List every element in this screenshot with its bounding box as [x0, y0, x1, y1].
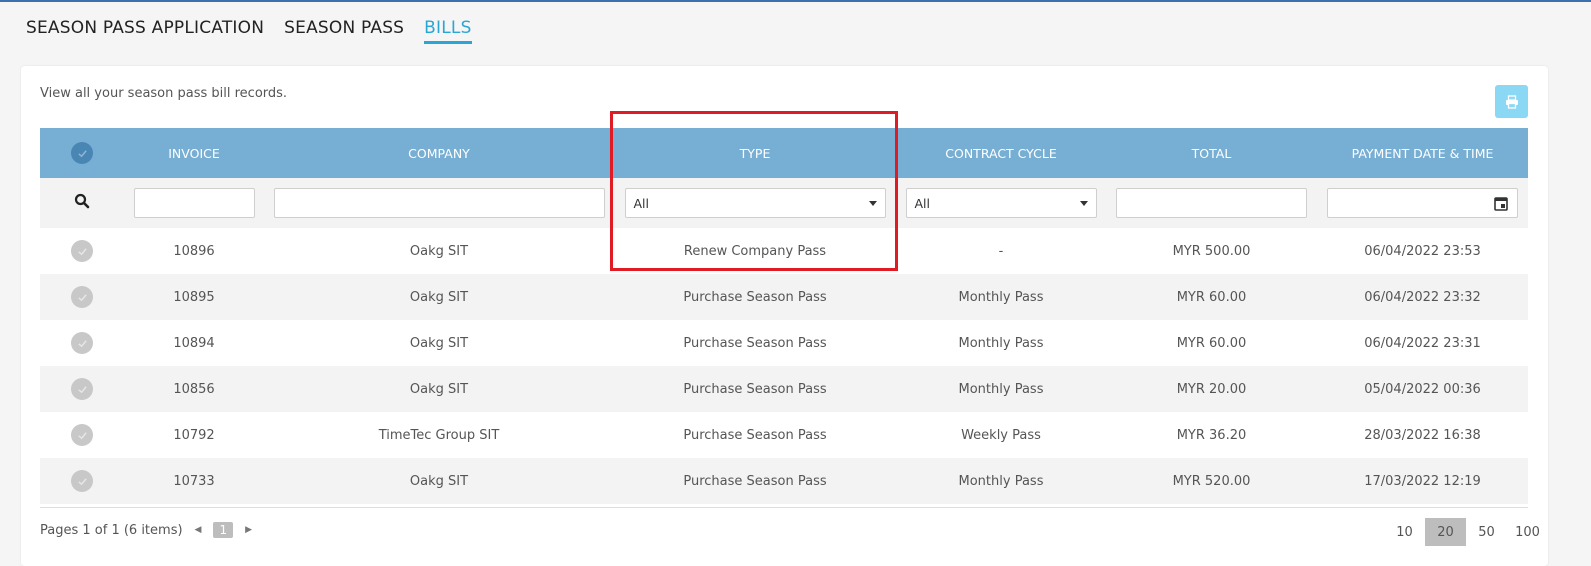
- page-description: View all your season pass bill records.: [40, 86, 288, 101]
- payment-date-cell: 17/03/2022 12:19: [1364, 473, 1481, 489]
- payment-date-filter-input[interactable]: [1327, 188, 1518, 218]
- print-button[interactable]: [1495, 85, 1528, 118]
- table-row[interactable]: 10856 Oakg SIT Purchase Season Pass Monthly…: [40, 366, 1528, 412]
- col-invoice[interactable]: INVOICE: [124, 146, 264, 161]
- invoice-filter-input[interactable]: [133, 188, 255, 218]
- pager-info: Pages 1 of 1 (6 items): [40, 522, 183, 538]
- contract-cycle-filter-select[interactable]: All: [905, 188, 1097, 218]
- contract-cycle-cell: Monthly Pass: [958, 473, 1044, 489]
- payment-date-cell: 06/04/2022 23:53: [1364, 243, 1481, 259]
- total-cell: MYR 60.00: [1176, 335, 1247, 351]
- col-payment-date[interactable]: PAYMENT DATE & TIME: [1317, 146, 1528, 161]
- table-row[interactable]: 10792 TimeTec Group SIT Purchase Season Pa…: [40, 412, 1528, 458]
- contract-cycle-cell: Monthly Pass: [958, 289, 1044, 305]
- type-cell: Purchase Season Pass: [683, 427, 827, 443]
- invoice-cell: 10895: [173, 289, 215, 305]
- check-icon[interactable]: [71, 332, 93, 354]
- page-size-20[interactable]: 20: [1425, 518, 1466, 546]
- caret-down-icon: [1079, 200, 1088, 206]
- payment-date-cell: 05/04/2022 00:36: [1364, 381, 1481, 397]
- total-cell: MYR 36.20: [1176, 427, 1247, 443]
- check-icon[interactable]: [71, 240, 93, 262]
- top-border: [0, 0, 1591, 2]
- page-size-50[interactable]: 50: [1466, 518, 1507, 546]
- total-cell: MYR 60.00: [1176, 289, 1247, 305]
- check-icon[interactable]: [71, 142, 93, 164]
- invoice-cell: 10733: [173, 473, 215, 489]
- pager: Pages 1 of 1 (6 items) ◀ 1 ▶: [40, 522, 252, 538]
- table-row[interactable]: 10895 Oakg SIT Purchase Season Pass Monthly…: [40, 274, 1528, 320]
- contract-cycle-cell: Monthly Pass: [958, 381, 1044, 397]
- check-icon[interactable]: [71, 378, 93, 400]
- total-cell: MYR 520.00: [1172, 473, 1251, 489]
- total-cell: MYR 20.00: [1176, 381, 1247, 397]
- invoice-cell: 10894: [173, 335, 215, 351]
- table-row[interactable]: 10733 Oakg SIT Purchase Season Pass Monthly…: [40, 458, 1528, 504]
- company-cell: Oakg SIT: [409, 243, 469, 259]
- payment-date-cell: 06/04/2022 23:31: [1364, 335, 1481, 351]
- page-size-selector: 10 20 50 100: [1384, 518, 1548, 546]
- row-select-cell[interactable]: [40, 332, 124, 354]
- row-select-cell[interactable]: [40, 286, 124, 308]
- type-cell: Purchase Season Pass: [683, 289, 827, 305]
- type-cell: Purchase Season Pass: [683, 335, 827, 351]
- tab-bar: SEASON PASS APPLICATION SEASON PASS BILL…: [26, 18, 472, 44]
- invoice-cell: 10896: [173, 243, 215, 259]
- payment-date-cell: 06/04/2022 23:32: [1364, 289, 1481, 305]
- table-bottom-divider: [40, 507, 1528, 508]
- company-cell: TimeTec Group SIT: [378, 427, 500, 443]
- company-filter-input[interactable]: [273, 188, 605, 218]
- tab-season-pass-application[interactable]: SEASON PASS APPLICATION: [26, 18, 264, 44]
- tab-season-pass[interactable]: SEASON PASS: [284, 18, 404, 44]
- tab-bills[interactable]: BILLS: [424, 18, 472, 44]
- row-select-cell[interactable]: [40, 378, 124, 400]
- print-icon: [1505, 94, 1518, 109]
- col-total[interactable]: TOTAL: [1106, 146, 1317, 161]
- invoice-cell: 10792: [173, 427, 215, 443]
- type-cell: Purchase Season Pass: [683, 381, 827, 397]
- total-cell: MYR 500.00: [1172, 243, 1251, 259]
- company-cell: Oakg SIT: [409, 289, 469, 305]
- contract-cycle-cell: Weekly Pass: [961, 427, 1041, 443]
- company-cell: Oakg SIT: [409, 335, 469, 351]
- calendar-icon[interactable]: [1494, 196, 1508, 211]
- row-select-cell[interactable]: [40, 240, 124, 262]
- company-cell: Oakg SIT: [409, 473, 469, 489]
- filter-search-cell: [40, 193, 124, 213]
- type-cell: Purchase Season Pass: [683, 473, 827, 489]
- payment-date-cell: 28/03/2022 16:38: [1364, 427, 1481, 443]
- arrow-left-icon[interactable]: ◀: [195, 525, 202, 535]
- search-icon: [74, 193, 90, 209]
- arrow-right-icon[interactable]: ▶: [245, 525, 252, 535]
- page-size-10[interactable]: 10: [1384, 518, 1425, 546]
- row-select-cell[interactable]: [40, 470, 124, 492]
- table-row[interactable]: 10894 Oakg SIT Purchase Season Pass Monthly…: [40, 320, 1528, 366]
- contract-cycle-cell: Monthly Pass: [958, 335, 1044, 351]
- contract-cycle-cell: -: [998, 243, 1004, 259]
- row-select-cell[interactable]: [40, 424, 124, 446]
- page-size-100[interactable]: 100: [1507, 518, 1548, 546]
- contract-cycle-filter-value: All: [914, 195, 931, 211]
- select-all-cell[interactable]: [40, 142, 124, 164]
- check-icon[interactable]: [71, 424, 93, 446]
- page-number-button[interactable]: 1: [213, 522, 234, 538]
- invoice-cell: 10856: [173, 381, 215, 397]
- total-filter-input[interactable]: [1116, 188, 1307, 218]
- col-contract-cycle[interactable]: CONTRACT CYCLE: [896, 146, 1106, 161]
- check-icon[interactable]: [71, 470, 93, 492]
- col-company[interactable]: COMPANY: [264, 146, 614, 161]
- check-icon[interactable]: [71, 286, 93, 308]
- company-cell: Oakg SIT: [409, 381, 469, 397]
- type-column-highlight: [610, 111, 898, 271]
